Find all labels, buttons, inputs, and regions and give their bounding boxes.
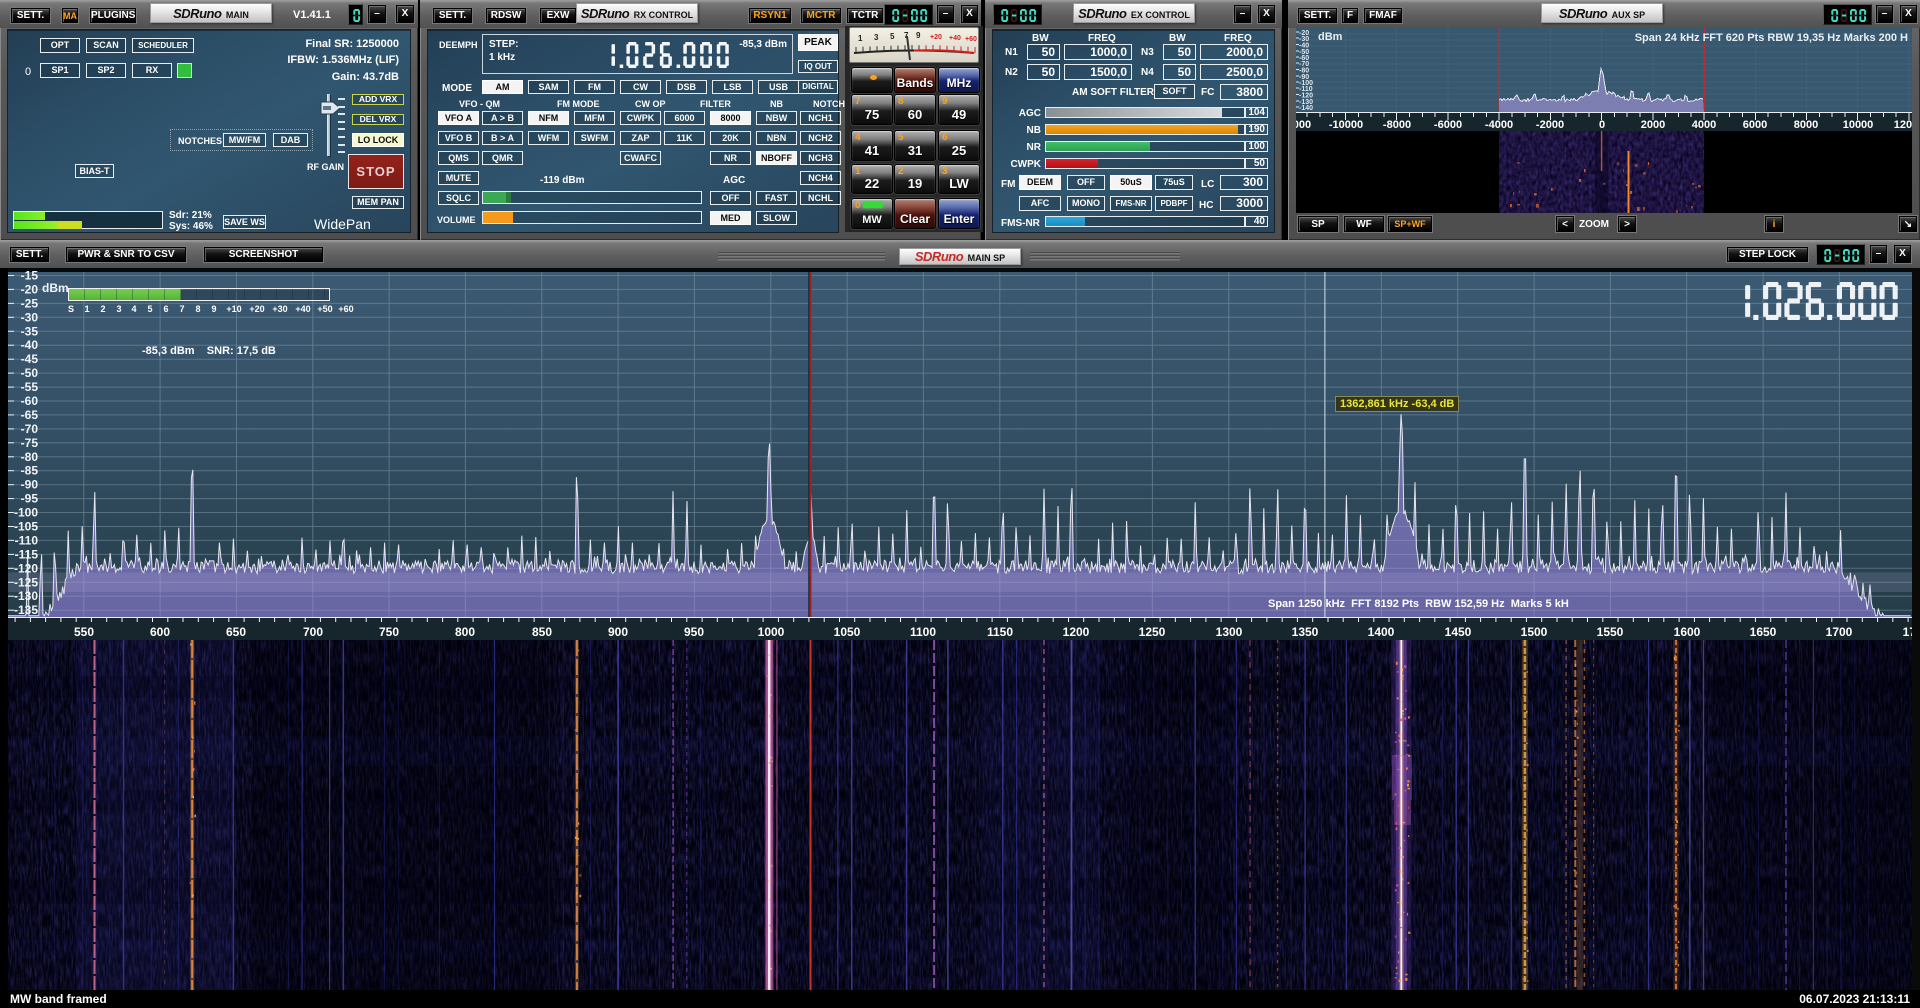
svg-text:-90: -90 [21, 478, 39, 492]
svg-text:+60: +60 [965, 36, 977, 43]
svg-text:-4000: -4000 [1485, 119, 1513, 131]
svg-text:1400: 1400 [1368, 625, 1395, 639]
svg-text:600: 600 [150, 625, 170, 639]
svg-text:1750: 1750 [1903, 625, 1912, 639]
svg-text:9: 9 [916, 31, 921, 40]
svg-text:-125: -125 [14, 575, 38, 589]
svg-text:6: 6 [163, 304, 168, 314]
svg-text:1350: 1350 [1292, 625, 1319, 639]
svg-text:12000: 12000 [1894, 119, 1912, 131]
svg-text:800: 800 [455, 625, 475, 639]
svg-text:8000: 8000 [1794, 119, 1818, 131]
svg-text:-70: -70 [21, 422, 39, 436]
svg-text:900: 900 [608, 625, 628, 639]
svg-text:1150: 1150 [987, 625, 1013, 639]
svg-text:1600: 1600 [1674, 625, 1701, 639]
svg-text:+10: +10 [226, 304, 241, 314]
svg-text:-60: -60 [21, 394, 39, 408]
svg-text:4000: 4000 [1692, 119, 1716, 131]
svg-text:-8000: -8000 [1383, 119, 1411, 131]
svg-text:700: 700 [303, 625, 323, 639]
svg-text:-6000: -6000 [1434, 119, 1462, 131]
svg-text:2: 2 [100, 304, 105, 314]
svg-text:-100: -100 [14, 506, 38, 520]
svg-text:-20: -20 [21, 282, 39, 296]
svg-text:-65: -65 [21, 408, 39, 422]
svg-text:1: 1 [84, 304, 89, 314]
svg-text:650: 650 [226, 625, 246, 639]
svg-text:3: 3 [874, 33, 879, 42]
svg-text:-40: -40 [21, 338, 39, 352]
svg-text:-15: -15 [21, 269, 39, 283]
svg-text:-12000: -12000 [1296, 119, 1311, 131]
svg-text:0: 0 [1599, 119, 1605, 131]
svg-text:7: 7 [179, 304, 184, 314]
svg-text:dBm: dBm [1318, 31, 1343, 43]
svg-text:1300: 1300 [1216, 625, 1243, 639]
svg-text:-2000: -2000 [1536, 119, 1564, 131]
svg-text:+20: +20 [930, 34, 942, 41]
svg-text:1250: 1250 [1139, 625, 1166, 639]
svg-text:-115: -115 [15, 547, 39, 561]
svg-text:+50: +50 [317, 304, 332, 314]
svg-text:-135: -135 [14, 603, 38, 617]
svg-text:550: 550 [74, 625, 94, 639]
svg-text:-105: -105 [14, 520, 38, 534]
svg-text:1100: 1100 [910, 625, 936, 639]
svg-text:+40: +40 [295, 304, 310, 314]
svg-text:-110: -110 [15, 533, 39, 547]
svg-text:-95: -95 [21, 492, 39, 506]
svg-text:+20: +20 [249, 304, 264, 314]
svg-text:-35: -35 [21, 324, 39, 338]
svg-text:750: 750 [379, 625, 399, 639]
svg-text:3: 3 [116, 304, 121, 314]
svg-text:1500: 1500 [1521, 625, 1548, 639]
svg-text:+60: +60 [338, 304, 353, 314]
svg-text:1650: 1650 [1750, 625, 1777, 639]
svg-text:Span 24 kHz FFT 620 Pts RBW: Span 24 kHz FFT 620 Pts RBW 19,35 Hz Mar… [1635, 32, 1908, 44]
svg-text:2000: 2000 [1641, 119, 1665, 131]
svg-text:-50: -50 [21, 366, 39, 380]
svg-text:+40: +40 [949, 35, 961, 42]
svg-text:9: 9 [211, 304, 216, 314]
svg-text:950: 950 [684, 625, 704, 639]
svg-text:-140: -140 [1299, 105, 1313, 112]
svg-text:1450: 1450 [1445, 625, 1472, 639]
svg-text:+30: +30 [272, 304, 287, 314]
svg-text:1050: 1050 [834, 625, 861, 639]
svg-text:-80: -80 [21, 450, 39, 464]
svg-text:S: S [68, 304, 74, 314]
svg-text:1000: 1000 [758, 625, 785, 639]
svg-text:dBm: dBm [42, 281, 69, 295]
svg-text:-55: -55 [21, 380, 39, 394]
svg-text:-10000: -10000 [1329, 119, 1363, 131]
svg-text:-75: -75 [21, 436, 39, 450]
svg-text:850: 850 [532, 625, 552, 639]
svg-text:-25: -25 [21, 296, 39, 310]
svg-text:6000: 6000 [1743, 119, 1767, 131]
svg-text:-85: -85 [21, 464, 39, 478]
svg-text:-30: -30 [21, 310, 39, 324]
svg-text:-130: -130 [14, 589, 38, 603]
svg-text:4: 4 [131, 304, 136, 314]
svg-text:10000: 10000 [1843, 119, 1874, 131]
svg-text:-45: -45 [21, 352, 39, 366]
svg-text:-120: -120 [14, 561, 38, 575]
svg-text:1700: 1700 [1826, 625, 1853, 639]
svg-text:1200: 1200 [1063, 625, 1090, 639]
svg-text:1550: 1550 [1597, 625, 1624, 639]
svg-text:1: 1 [858, 34, 863, 43]
svg-text:5: 5 [147, 304, 152, 314]
svg-text:5: 5 [890, 32, 895, 41]
svg-text:8: 8 [195, 304, 200, 314]
